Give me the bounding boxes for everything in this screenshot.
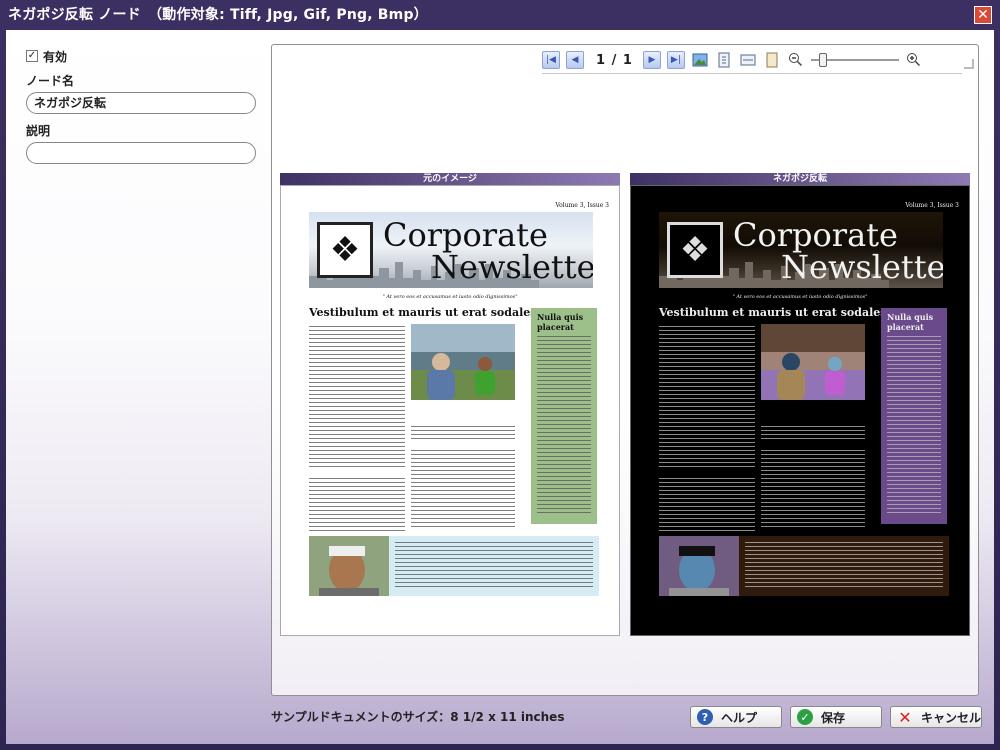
node-name-field[interactable]: ネガポジ反転 — [26, 92, 256, 114]
prev-page-icon[interactable]: ◀ — [566, 51, 584, 69]
newsletter-title-line2: Newsletter — [781, 248, 943, 286]
body-text-block — [309, 478, 405, 532]
description-field[interactable] — [26, 142, 256, 164]
save-button[interactable]: ✓ 保存 — [790, 706, 882, 728]
help-icon: ? — [697, 709, 713, 725]
dialog-window: ネガポジ反転 ノード （動作対象: Tiff, Jpg, Gif, Png, B… — [0, 0, 1000, 750]
newsletter-title-line2: Newsletter — [431, 248, 593, 286]
newsletter-banner: ❖ Corporate Newsletter — [309, 212, 593, 288]
callout-box — [659, 536, 949, 596]
node-name-label: ノード名 — [26, 74, 75, 88]
page-separator: / — [611, 52, 618, 68]
newsletter-tagline: " At vero eos et accusamus et iusto odio… — [382, 294, 518, 300]
zoom-slider[interactable] — [810, 51, 899, 69]
page-indicator: 1 / 1 — [596, 53, 633, 68]
node-settings-panel: ✓ 有効 ノード名 ネガポジ反転 説明 — [26, 48, 258, 164]
body-text-block — [411, 450, 515, 530]
help-button-label: ヘルプ — [721, 710, 758, 725]
body-text-block — [659, 478, 755, 532]
portrait-photo — [659, 536, 739, 596]
fit-page-icon[interactable] — [715, 51, 733, 69]
original-preview-page: Volume 3, Issue 3 ❖ Corporate Newsletter… — [280, 185, 620, 636]
sidebar-heading: Nulla quis placerat — [887, 312, 934, 332]
body-text-block — [761, 450, 865, 530]
resize-grip-icon[interactable] — [964, 59, 974, 69]
last-page-icon[interactable]: ▶| — [666, 51, 685, 69]
newsletter-tagline: " At vero eos et accusamus et iusto odio… — [732, 294, 868, 300]
volume-text: Volume 3, Issue 3 — [555, 202, 609, 209]
dialog-client-area: ✓ 有効 ノード名 ネガポジ反転 説明 |◀ ◀ 1 / 1 ▶ ▶| 元のイメ… — [6, 30, 994, 744]
sidebar-heading: Nulla quis placerat — [537, 312, 584, 332]
sidebar-box: Nulla quis placerat — [881, 308, 947, 524]
first-page-icon[interactable]: |◀ — [542, 51, 560, 69]
negative-pane-header: ネガポジ反転 — [630, 173, 970, 185]
zoom-in-icon[interactable] — [905, 51, 923, 69]
body-text-block — [761, 426, 865, 442]
page-current: 1 — [596, 52, 607, 68]
preview-panel: |◀ ◀ 1 / 1 ▶ ▶| 元のイメージ ネガポジ反転 Volume 3, … — [271, 44, 979, 696]
description-label: 説明 — [26, 124, 51, 138]
page-total: 1 — [622, 52, 633, 68]
people-photo — [411, 324, 515, 400]
newsletter-banner: ❖ Corporate Newsletter — [659, 212, 943, 288]
zoom-slider-thumb[interactable] — [818, 53, 827, 67]
enabled-row: ✓ 有効 — [26, 48, 258, 64]
actual-size-icon[interactable] — [763, 51, 781, 69]
image-icon[interactable] — [691, 51, 709, 69]
newsletter-headline: Vestibulum et mauris ut erat sodales — [309, 306, 537, 319]
sidebar-box: Nulla quis placerat — [531, 308, 597, 524]
window-title: ネガポジ反転 ノード （動作対象: Tiff, Jpg, Gif, Png, B… — [8, 7, 428, 23]
save-button-label: 保存 — [821, 710, 846, 725]
people-photo — [761, 324, 865, 400]
preview-toolbar: |◀ ◀ 1 / 1 ▶ ▶| — [542, 47, 962, 74]
body-text-block — [309, 326, 405, 470]
cancel-x-icon: ✕ — [898, 707, 912, 727]
help-button[interactable]: ? ヘルプ — [690, 706, 782, 728]
volume-text: Volume 3, Issue 3 — [905, 202, 959, 209]
close-button[interactable]: ✕ — [974, 6, 992, 24]
enabled-checkbox[interactable]: ✓ — [26, 50, 38, 62]
newsletter-headline: Vestibulum et mauris ut erat sodales — [659, 306, 887, 319]
callout-box — [309, 536, 599, 596]
body-text-block — [659, 326, 755, 470]
company-logo: ❖ — [317, 222, 373, 278]
next-page-icon[interactable]: ▶ — [642, 51, 661, 69]
sample-size-status: サンプルドキュメントのサイズ：8 1/2 x 11 inches — [271, 710, 565, 724]
enabled-label: 有効 — [43, 49, 68, 64]
cancel-button-label: キャンセル — [921, 710, 982, 725]
zoom-out-icon[interactable] — [787, 51, 805, 69]
portrait-photo — [309, 536, 389, 596]
original-pane-header: 元のイメージ — [280, 173, 620, 185]
cancel-button[interactable]: ✕ キャンセル — [890, 706, 982, 728]
body-text-block — [411, 426, 515, 442]
company-logo: ❖ — [667, 222, 723, 278]
checkmark-icon: ✓ — [797, 709, 813, 725]
fit-width-icon[interactable] — [739, 51, 757, 69]
negative-preview-page: Volume 3, Issue 3 ❖ Corporate Newsletter… — [630, 185, 970, 636]
